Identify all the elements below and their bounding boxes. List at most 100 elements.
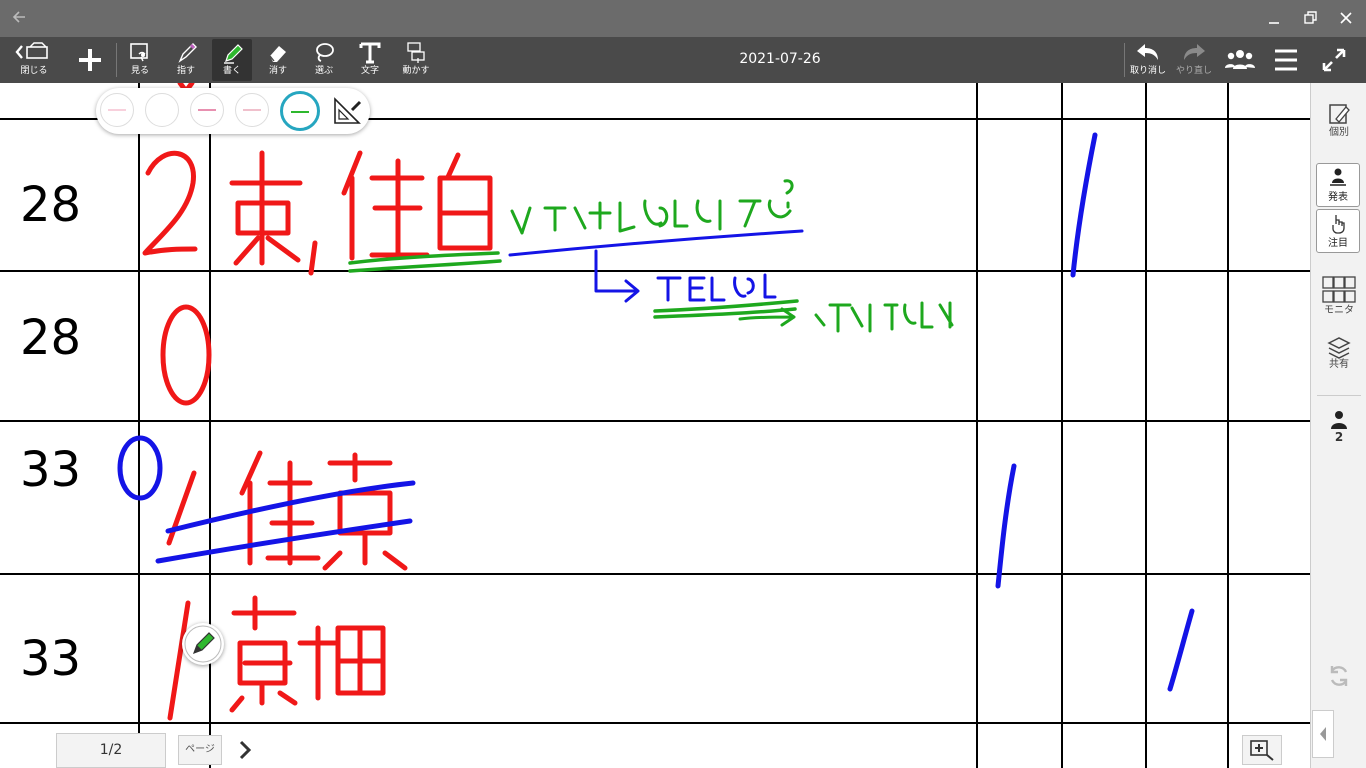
text-tool-icon: [359, 42, 381, 64]
swatch-line: [108, 109, 126, 111]
pen-icon: [224, 44, 243, 64]
minimize-icon[interactable]: [1262, 6, 1286, 30]
plus-icon: [79, 49, 101, 71]
ink-stroke: [995, 463, 1017, 589]
redo-label: やり直し: [1175, 66, 1212, 76]
view-icon: [130, 43, 148, 62]
present-button[interactable]: 発表: [1316, 163, 1360, 207]
toolbar-divider: [116, 43, 117, 77]
menu-button[interactable]: [1266, 39, 1306, 81]
pen-color-palette: [96, 88, 370, 134]
zoom-button[interactable]: [1242, 735, 1282, 765]
board-date: 2021-07-26: [739, 51, 821, 67]
undo-label: 取り消し: [1129, 66, 1166, 76]
handwriting-ink: [117, 83, 1195, 721]
move-button[interactable]: 動かす: [396, 39, 436, 81]
select-button[interactable]: 選ぶ: [304, 39, 344, 81]
close-board-label: 閉じる: [20, 66, 48, 76]
ink-stroke: [814, 301, 954, 333]
fullscreen-button[interactable]: [1314, 39, 1354, 81]
write-button[interactable]: 書く: [212, 39, 252, 81]
hamburger-menu-icon: [1275, 49, 1297, 71]
color-swatch[interactable]: [190, 93, 224, 127]
chevron-left-icon: [1320, 727, 1326, 741]
toolbar: 閉じる 見る 指す 書く 消す 選ぶ 文字 動かす 2021-07-26 取り消…: [0, 37, 1366, 83]
ruler-icon[interactable]: [332, 96, 362, 126]
user-icon: [1331, 411, 1347, 429]
ink-stroke: [508, 229, 804, 257]
arrow-left-icon[interactable]: [10, 8, 28, 26]
color-swatch-selected[interactable]: [280, 91, 320, 131]
floating-pen-button[interactable]: [182, 623, 224, 665]
ink-stroke: [308, 240, 318, 276]
present-label: 発表: [1328, 192, 1348, 203]
ink-stroke: [653, 299, 799, 319]
ink-stroke: [160, 304, 212, 406]
eraser-icon: [269, 46, 286, 62]
text-button[interactable]: 文字: [350, 39, 390, 81]
point-button[interactable]: 指す: [166, 39, 206, 81]
attention-button[interactable]: 注目: [1316, 209, 1360, 253]
move-label: 動かす: [402, 66, 430, 76]
erase-button[interactable]: 消す: [258, 39, 298, 81]
close-board-icon: [15, 42, 48, 59]
ink-stroke: [117, 435, 163, 501]
page-list-button[interactable]: ページ: [178, 735, 222, 765]
close-icon[interactable]: [1334, 6, 1358, 30]
chevron-right-icon[interactable]: [232, 736, 258, 764]
participants-indicator[interactable]: 2: [1317, 409, 1361, 443]
ink-stroke: [1070, 132, 1098, 278]
view-label: 見る: [130, 66, 149, 76]
undo-button[interactable]: 取り消し: [1128, 39, 1168, 81]
title-bar: [0, 0, 1366, 37]
user-count: 2: [1334, 430, 1344, 444]
share-button[interactable]: 共有: [1317, 335, 1361, 371]
layers-icon: [1327, 337, 1351, 359]
ink-stroke: [341, 150, 430, 261]
ink-stroke: [510, 179, 794, 235]
individual-label: 個別: [1329, 127, 1349, 138]
expand-icon: [1322, 48, 1346, 72]
presenter-icon: [1330, 168, 1346, 186]
monitor-label: モニタ: [1324, 305, 1354, 316]
pointer-pen-icon: [178, 43, 197, 63]
monitor-grid-icon: [1322, 276, 1356, 303]
swatch-line: [153, 109, 171, 111]
refresh-icon[interactable]: [1326, 663, 1352, 689]
point-label: 指す: [176, 66, 195, 76]
restore-icon[interactable]: [1298, 6, 1322, 30]
lasso-icon: [316, 43, 334, 62]
erase-label: 消す: [268, 66, 287, 76]
individual-button[interactable]: 個別: [1317, 101, 1361, 139]
close-board-button[interactable]: 閉じる: [12, 39, 56, 81]
attention-label: 注目: [1328, 238, 1348, 249]
whiteboard-canvas[interactable]: 28 28 33 33: [0, 83, 1310, 768]
view-button[interactable]: 見る: [120, 39, 160, 81]
sidebar-collapse-button[interactable]: [1312, 710, 1334, 758]
hand-pointer-icon: [1332, 215, 1345, 234]
group-icon: [1225, 50, 1255, 69]
redo-icon: [1184, 44, 1205, 60]
move-hand-icon: [407, 42, 425, 63]
ink-stroke: [229, 150, 303, 266]
sidebar-divider: [1317, 395, 1361, 396]
individual-note-icon: [1329, 104, 1350, 124]
add-page-button[interactable]: [70, 39, 110, 81]
ink-stroke: [1167, 608, 1195, 692]
group-button[interactable]: [1220, 39, 1260, 81]
swatch-line: [243, 109, 261, 111]
ink-stroke: [656, 273, 777, 302]
page-indicator[interactable]: 1/2: [56, 733, 166, 768]
pen-icon: [184, 625, 222, 663]
redo-button[interactable]: やり直し: [1174, 39, 1214, 81]
zoom-in-icon: [1250, 740, 1274, 761]
swatch-line: [198, 109, 216, 111]
color-swatch[interactable]: [235, 93, 269, 127]
undo-icon: [1137, 44, 1158, 60]
text-label: 文字: [360, 66, 379, 76]
right-sidebar: 個別 発表 注目 モニタ 共有 2: [1310, 83, 1366, 768]
color-swatch[interactable]: [145, 93, 179, 127]
monitor-button[interactable]: モニタ: [1317, 275, 1361, 317]
color-swatch[interactable]: [100, 93, 134, 127]
swatch-line: [291, 111, 309, 113]
